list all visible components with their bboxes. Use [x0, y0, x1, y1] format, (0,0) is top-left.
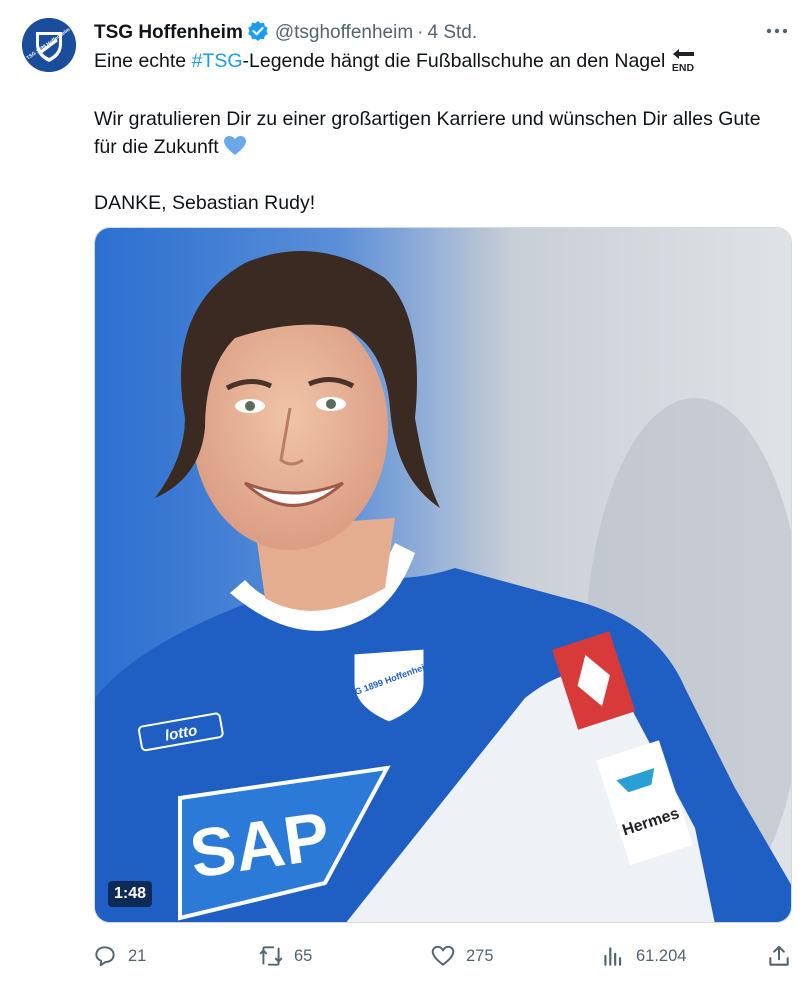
tweet-line-1: Eine echte #TSG-Legende hängt die Fußbal… — [94, 47, 784, 81]
reply-bubble-icon — [95, 946, 115, 967]
reply-button[interactable]: 21 — [92, 940, 146, 972]
hashtag-link[interactable]: #TSG — [192, 50, 243, 72]
views-button[interactable]: 61.204 — [600, 940, 686, 972]
tweet-line-2: Wir gratulieren Dir zu einer großartigen… — [94, 105, 784, 165]
retweet-button[interactable]: 65 — [258, 940, 312, 972]
tweet-header: TSG Hoffenheim @tsghoffenheim · 4 Std. — [94, 20, 790, 46]
author-handle[interactable]: @tsghoffenheim — [275, 22, 413, 43]
share-upload-icon — [769, 945, 789, 966]
end-arrow-emoji: END — [669, 47, 697, 81]
heart-icon — [431, 945, 455, 966]
verified-badge-icon — [247, 20, 269, 49]
view-count: 61.204 — [636, 946, 687, 965]
club-crest-icon: TSG 1899 Hoffenheim — [22, 18, 76, 72]
more-dots-icon — [766, 28, 788, 34]
author-name[interactable]: TSG Hoffenheim — [94, 22, 243, 43]
share-button[interactable] — [766, 940, 792, 972]
tweet-timestamp[interactable]: 4 Std. — [427, 22, 477, 43]
separator-dot: · — [417, 22, 424, 43]
like-button[interactable]: 275 — [430, 940, 494, 972]
retweet-count: 65 — [294, 946, 313, 965]
bar-chart-icon — [604, 947, 622, 966]
video-thumbnail: TSG 1899 Hoffenheim lotto SAP Hermes — [95, 228, 791, 922]
blue-heart-emoji — [223, 135, 247, 165]
tweet-line-3: DANKE, Sebastian Rudy! — [94, 192, 316, 214]
svg-text:END: END — [672, 62, 695, 73]
like-count: 275 — [466, 946, 494, 965]
more-options-button[interactable] — [762, 18, 792, 44]
video-player[interactable]: TSG 1899 Hoffenheim lotto SAP Hermes — [94, 227, 792, 923]
reply-count: 21 — [128, 946, 147, 965]
retweet-icon — [259, 946, 283, 966]
tweet-text: Eine echte #TSG-Legende hängt die Fußbal… — [94, 47, 784, 217]
author-avatar[interactable]: TSG 1899 Hoffenheim — [22, 18, 76, 72]
tweet-actions: 21 65 275 61.204 — [92, 940, 796, 972]
video-duration-badge: 1:48 — [108, 881, 153, 907]
